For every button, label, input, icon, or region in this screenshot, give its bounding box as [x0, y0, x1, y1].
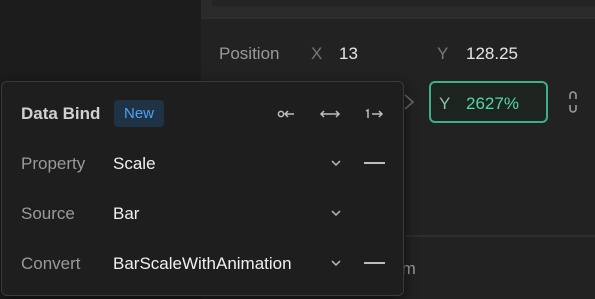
caret-right-icon — [404, 94, 415, 110]
scale-y-label: Y — [439, 94, 451, 113]
source-select[interactable]: Bar — [113, 204, 139, 224]
data-bind-popup: Data Bind New Property Scale Source Bar … — [1, 81, 404, 296]
panel-header-inner — [212, 0, 595, 6]
scale-y-value[interactable]: 2627% — [466, 94, 519, 114]
panel-divider — [201, 17, 595, 19]
remove-convert-button[interactable] — [364, 262, 385, 264]
chevron-down-icon[interactable] — [329, 257, 343, 269]
source-label: Source — [21, 204, 75, 223]
position-label: Position — [219, 44, 280, 63]
link-proportions-icon[interactable] — [568, 91, 578, 113]
position-x-input[interactable]: 13 — [339, 44, 358, 64]
property-select[interactable]: Scale — [113, 154, 156, 174]
position-y-input[interactable]: 128.25 — [466, 44, 518, 64]
bind-two-way-icon[interactable] — [318, 102, 342, 126]
convert-label: Convert — [21, 254, 81, 273]
new-badge: New — [114, 100, 164, 127]
data-bind-title: Data Bind — [21, 104, 101, 123]
scale-y-field[interactable]: Y 2627% — [429, 81, 548, 123]
property-label: Property — [21, 154, 86, 173]
bind-from-icon[interactable] — [274, 102, 298, 126]
bind-once-icon[interactable] — [362, 102, 386, 126]
position-y-label: Y — [437, 44, 449, 63]
panel-divider — [405, 235, 595, 237]
chevron-down-icon[interactable] — [329, 157, 343, 169]
position-x-label: X — [311, 44, 323, 63]
convert-select[interactable]: BarScaleWithAnimation — [113, 254, 292, 274]
chevron-down-icon[interactable] — [329, 207, 343, 219]
remove-property-button[interactable] — [364, 162, 385, 164]
